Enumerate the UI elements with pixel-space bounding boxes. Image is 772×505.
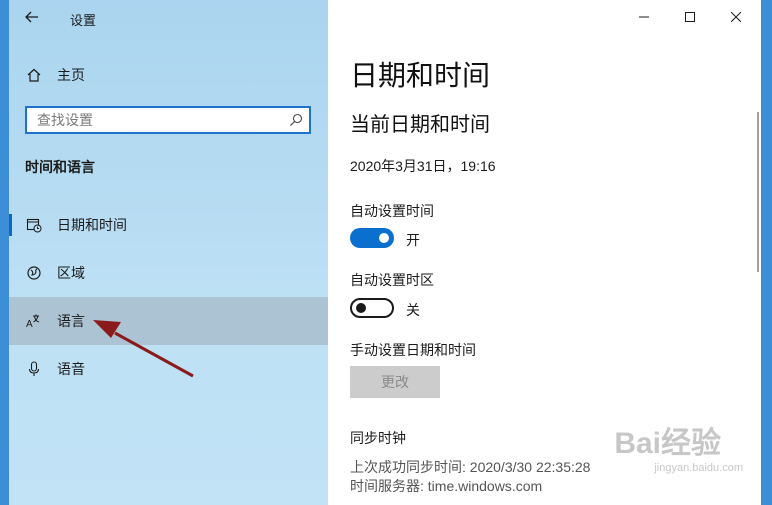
- minimize-button[interactable]: [621, 0, 667, 34]
- watermark-url: jingyan.baidu.com: [654, 462, 743, 474]
- auto-time-toggle[interactable]: [350, 228, 394, 248]
- nav-home[interactable]: 主页: [9, 60, 328, 90]
- watermark: Bai经验 jingyan.baidu.com: [614, 418, 743, 474]
- current-datetime: 2020年3月31日，19:16: [350, 158, 496, 174]
- close-icon: [731, 12, 741, 22]
- calendar-clock-icon: [25, 216, 43, 234]
- sidebar-item-label: 区域: [57, 265, 85, 281]
- title-bar: 设置: [9, 0, 328, 34]
- main-panel: 日期和时间 当前日期和时间 2020年3月31日，19:16 自动设置时间 开 …: [328, 0, 761, 505]
- sidebar-item-label: 语言: [57, 313, 85, 329]
- sidebar-item-speech[interactable]: 语音: [9, 345, 328, 393]
- auto-timezone-state: 关: [406, 302, 420, 318]
- window-controls: [621, 0, 761, 34]
- auto-time-label: 自动设置时间: [350, 203, 434, 219]
- language-icon: A: [25, 312, 43, 330]
- sidebar-item-language[interactable]: A 语言: [9, 297, 328, 345]
- scrollbar[interactable]: [757, 112, 759, 272]
- search-box[interactable]: [25, 106, 311, 134]
- sidebar: 设置 主页 时间和语言: [9, 0, 328, 505]
- toggle-knob: [356, 303, 366, 313]
- toggle-knob: [379, 233, 389, 243]
- maximize-button[interactable]: [667, 0, 713, 34]
- section-heading: 时间和语言: [25, 159, 95, 175]
- selection-indicator: [9, 214, 12, 236]
- auto-timezone-label: 自动设置时区: [350, 272, 434, 288]
- svg-text:A: A: [26, 319, 33, 329]
- nav-home-label: 主页: [57, 67, 85, 83]
- watermark-brand: Bai经验: [614, 427, 722, 460]
- auto-timezone-toggle[interactable]: [350, 298, 394, 318]
- settings-window: 设置 主页 时间和语言: [9, 0, 761, 505]
- minimize-icon: [639, 16, 649, 18]
- change-button[interactable]: 更改: [350, 366, 440, 398]
- auto-time-state: 开: [406, 232, 420, 248]
- globe-icon: [25, 264, 43, 282]
- search-input[interactable]: [27, 108, 287, 132]
- sidebar-item-region[interactable]: 区域: [9, 249, 328, 297]
- app-title: 设置: [70, 13, 97, 28]
- manual-datetime-label: 手动设置日期和时间: [350, 342, 476, 358]
- search-icon[interactable]: [289, 113, 303, 127]
- time-server: 时间服务器: time.windows.com: [350, 478, 543, 494]
- sidebar-item-label: 日期和时间: [57, 217, 127, 233]
- page-title: 日期和时间: [350, 60, 491, 91]
- last-sync-time: 上次成功同步时间: 2020/3/30 22:35:28: [350, 459, 591, 475]
- home-icon: [25, 66, 43, 84]
- back-button[interactable]: [19, 6, 45, 28]
- current-datetime-heading: 当前日期和时间: [350, 114, 490, 136]
- back-arrow-icon: [25, 11, 38, 23]
- sidebar-item-label: 语音: [57, 361, 85, 377]
- close-button[interactable]: [713, 0, 759, 34]
- microphone-icon: [25, 360, 43, 378]
- sync-clock-heading: 同步时钟: [350, 430, 406, 446]
- sidebar-item-date-time[interactable]: 日期和时间: [9, 201, 328, 249]
- maximize-icon: [685, 12, 695, 22]
